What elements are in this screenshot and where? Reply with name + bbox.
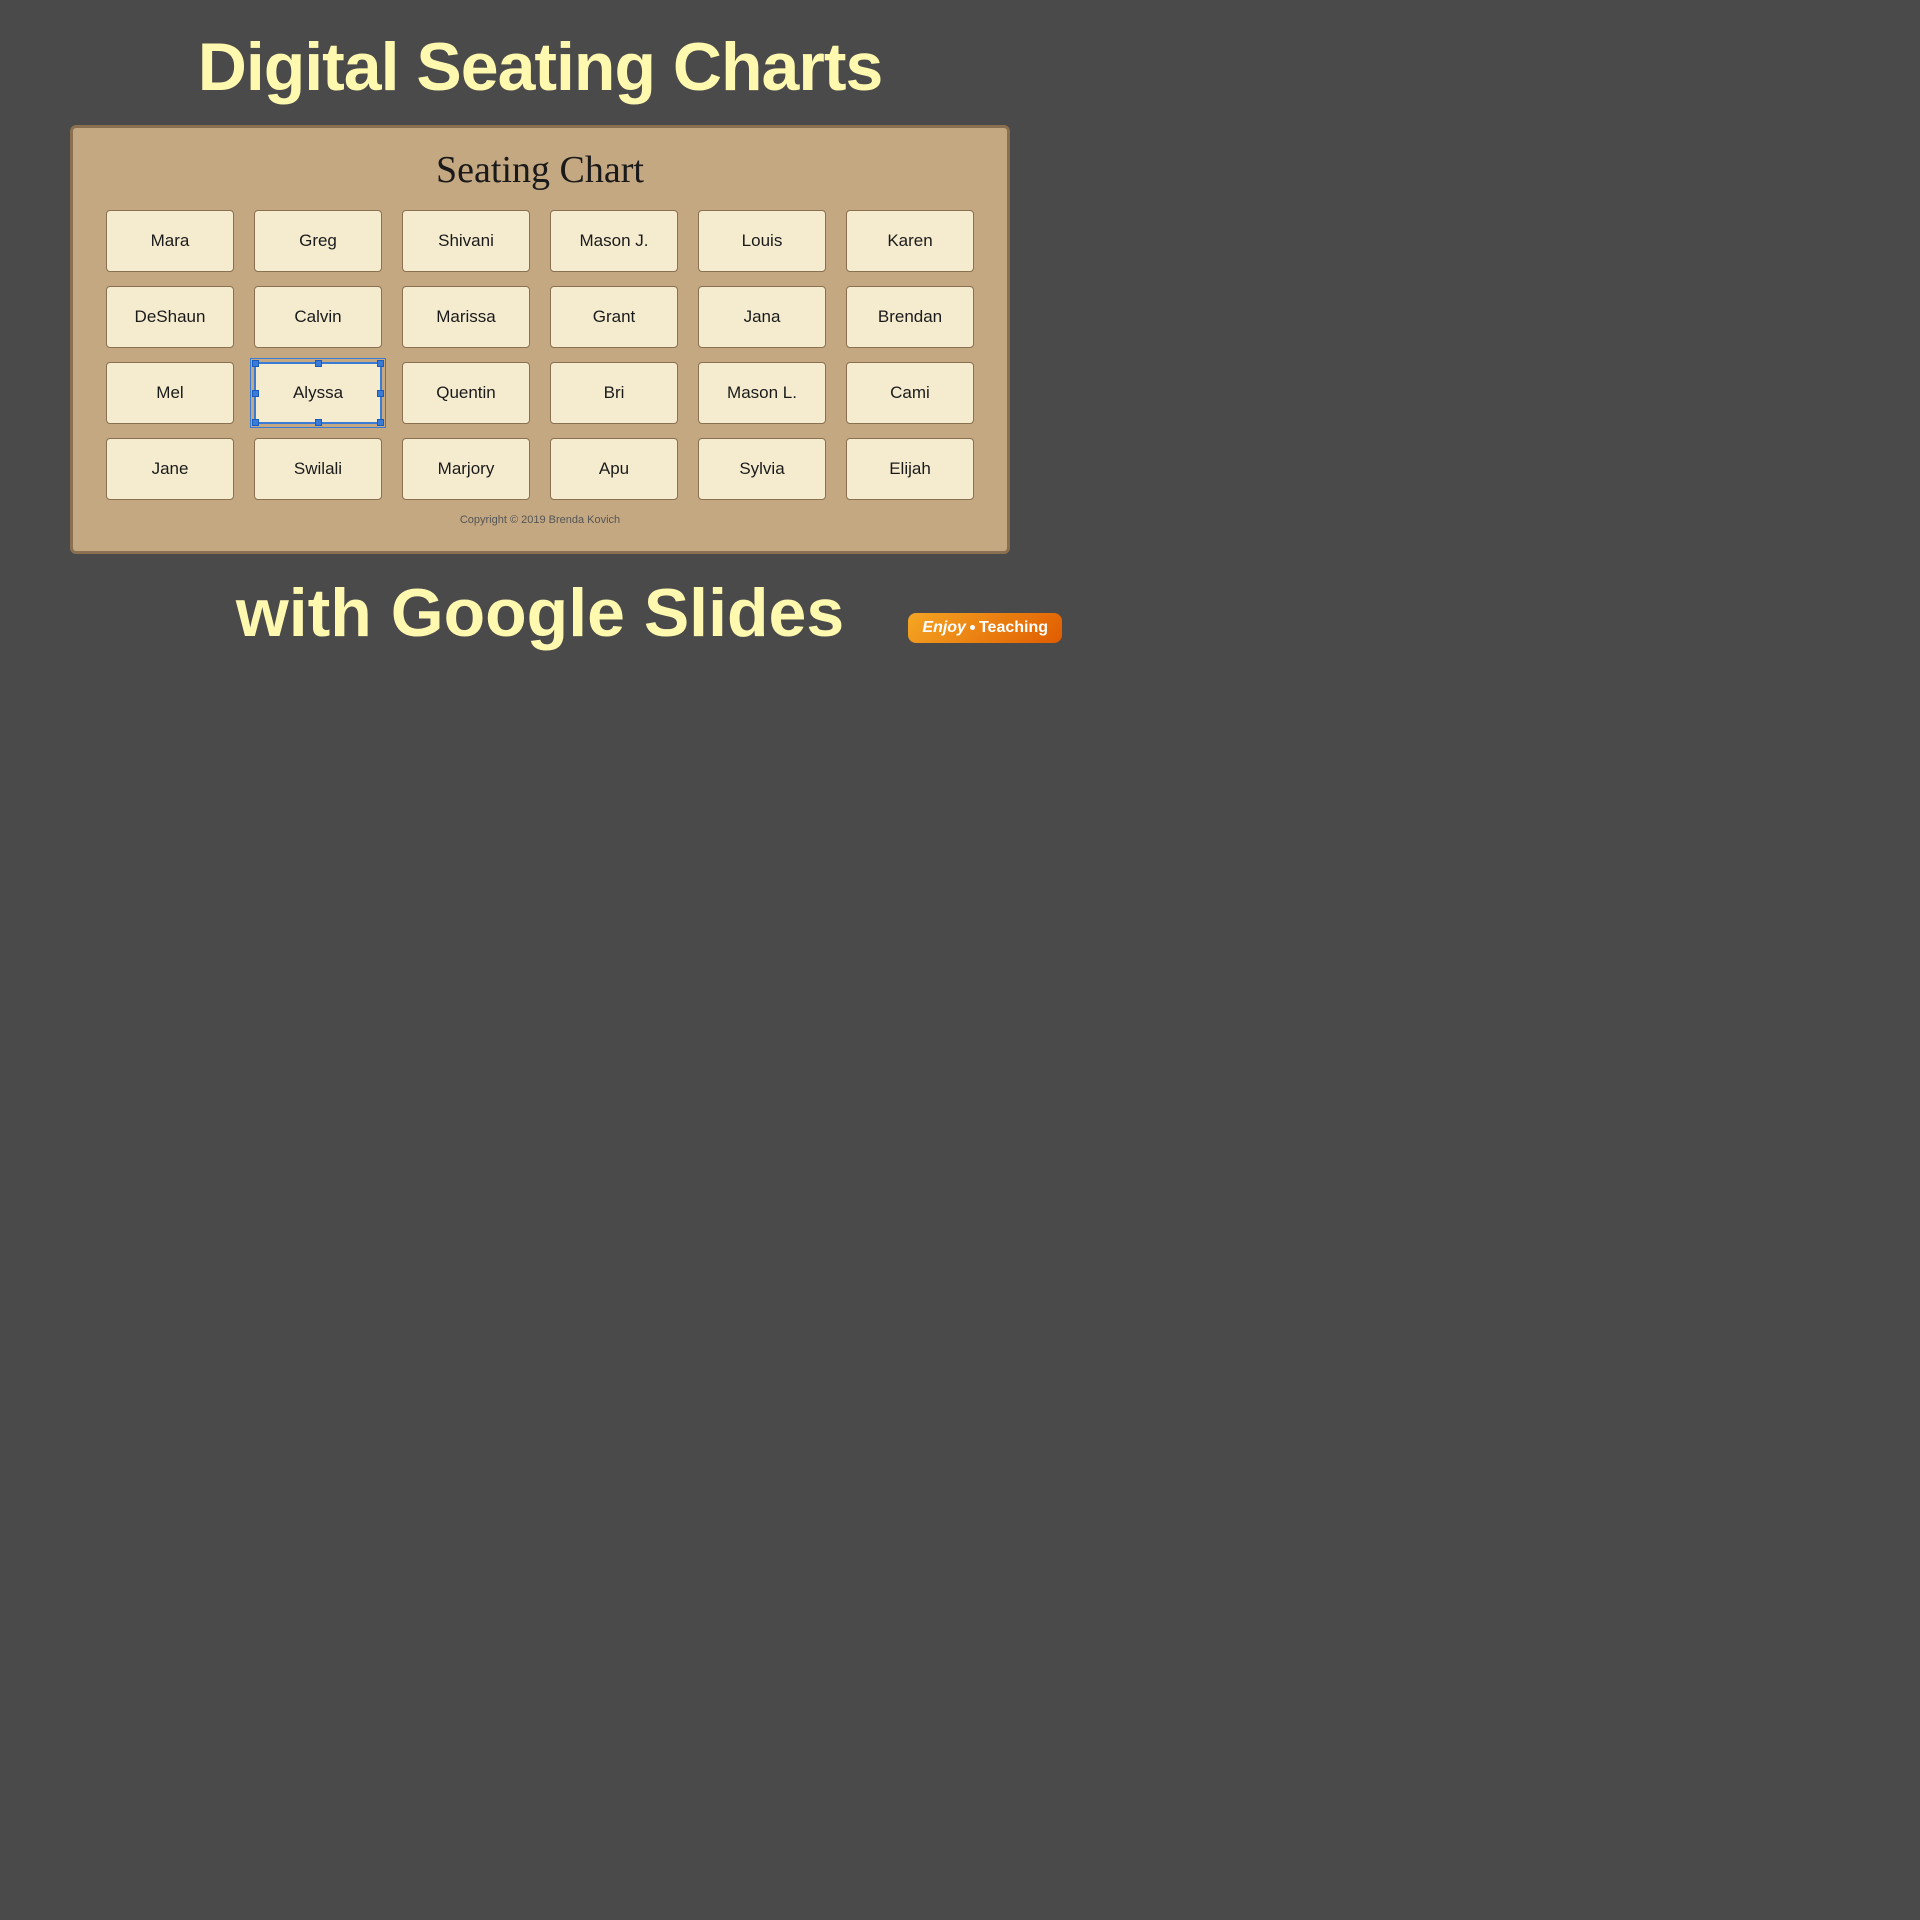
seating-chart-container: Seating Chart Mara Greg Shivani Mason J.… xyxy=(70,125,1010,554)
seat-row-3: Mel Alyssa Quentin Bri Mason L. Cami xyxy=(103,362,977,424)
seat-mason-j[interactable]: Mason J. xyxy=(550,210,678,272)
seat-calvin[interactable]: Calvin xyxy=(254,286,382,348)
seat-alyssa[interactable]: Alyssa xyxy=(254,362,382,424)
copyright-text: Copyright © 2019 Brenda Kovich xyxy=(103,514,977,526)
seat-jane[interactable]: Jane xyxy=(106,438,234,500)
seat-apu[interactable]: Apu xyxy=(550,438,678,500)
seats-grid: Mara Greg Shivani Mason J. Louis Karen D… xyxy=(103,210,977,500)
seat-grant[interactable]: Grant xyxy=(550,286,678,348)
seat-sylvia[interactable]: Sylvia xyxy=(698,438,826,500)
handle-tl xyxy=(252,360,259,367)
seat-jana[interactable]: Jana xyxy=(698,286,826,348)
handle-br xyxy=(377,419,384,426)
seat-swilali[interactable]: Swilali xyxy=(254,438,382,500)
handle-mr xyxy=(377,390,384,397)
brand-teaching: Teaching xyxy=(979,619,1048,637)
brand-enjoy: Enjoy xyxy=(922,619,966,637)
seat-shivani[interactable]: Shivani xyxy=(402,210,530,272)
seat-mason-l[interactable]: Mason L. xyxy=(698,362,826,424)
seat-bri[interactable]: Bri xyxy=(550,362,678,424)
handle-tm xyxy=(315,360,322,367)
chart-title: Seating Chart xyxy=(103,148,977,192)
handle-ml xyxy=(252,390,259,397)
seat-elijah[interactable]: Elijah xyxy=(846,438,974,500)
seat-louis[interactable]: Louis xyxy=(698,210,826,272)
seat-karen[interactable]: Karen xyxy=(846,210,974,272)
seat-mel[interactable]: Mel xyxy=(106,362,234,424)
seat-mara[interactable]: Mara xyxy=(106,210,234,272)
page-top-title: Digital Seating Charts xyxy=(0,0,1080,125)
seat-cami[interactable]: Cami xyxy=(846,362,974,424)
brand-dot xyxy=(970,625,975,630)
handle-bl xyxy=(252,419,259,426)
seat-greg[interactable]: Greg xyxy=(254,210,382,272)
seat-row-1: Mara Greg Shivani Mason J. Louis Karen xyxy=(103,210,977,272)
seat-quentin[interactable]: Quentin xyxy=(402,362,530,424)
seat-deshaun[interactable]: DeShaun xyxy=(106,286,234,348)
seat-marjory[interactable]: Marjory xyxy=(402,438,530,500)
handle-tr xyxy=(377,360,384,367)
brand-badge: Enjoy Teaching xyxy=(908,613,1062,643)
handle-bm xyxy=(315,419,322,426)
seat-row-2: DeShaun Calvin Marissa Grant Jana Brenda… xyxy=(103,286,977,348)
seat-brendan[interactable]: Brendan xyxy=(846,286,974,348)
page-bottom-title: with Google Slides xyxy=(0,554,1080,661)
seat-marissa[interactable]: Marissa xyxy=(402,286,530,348)
seat-row-4: Jane Swilali Marjory Apu Sylvia Elijah xyxy=(103,438,977,500)
